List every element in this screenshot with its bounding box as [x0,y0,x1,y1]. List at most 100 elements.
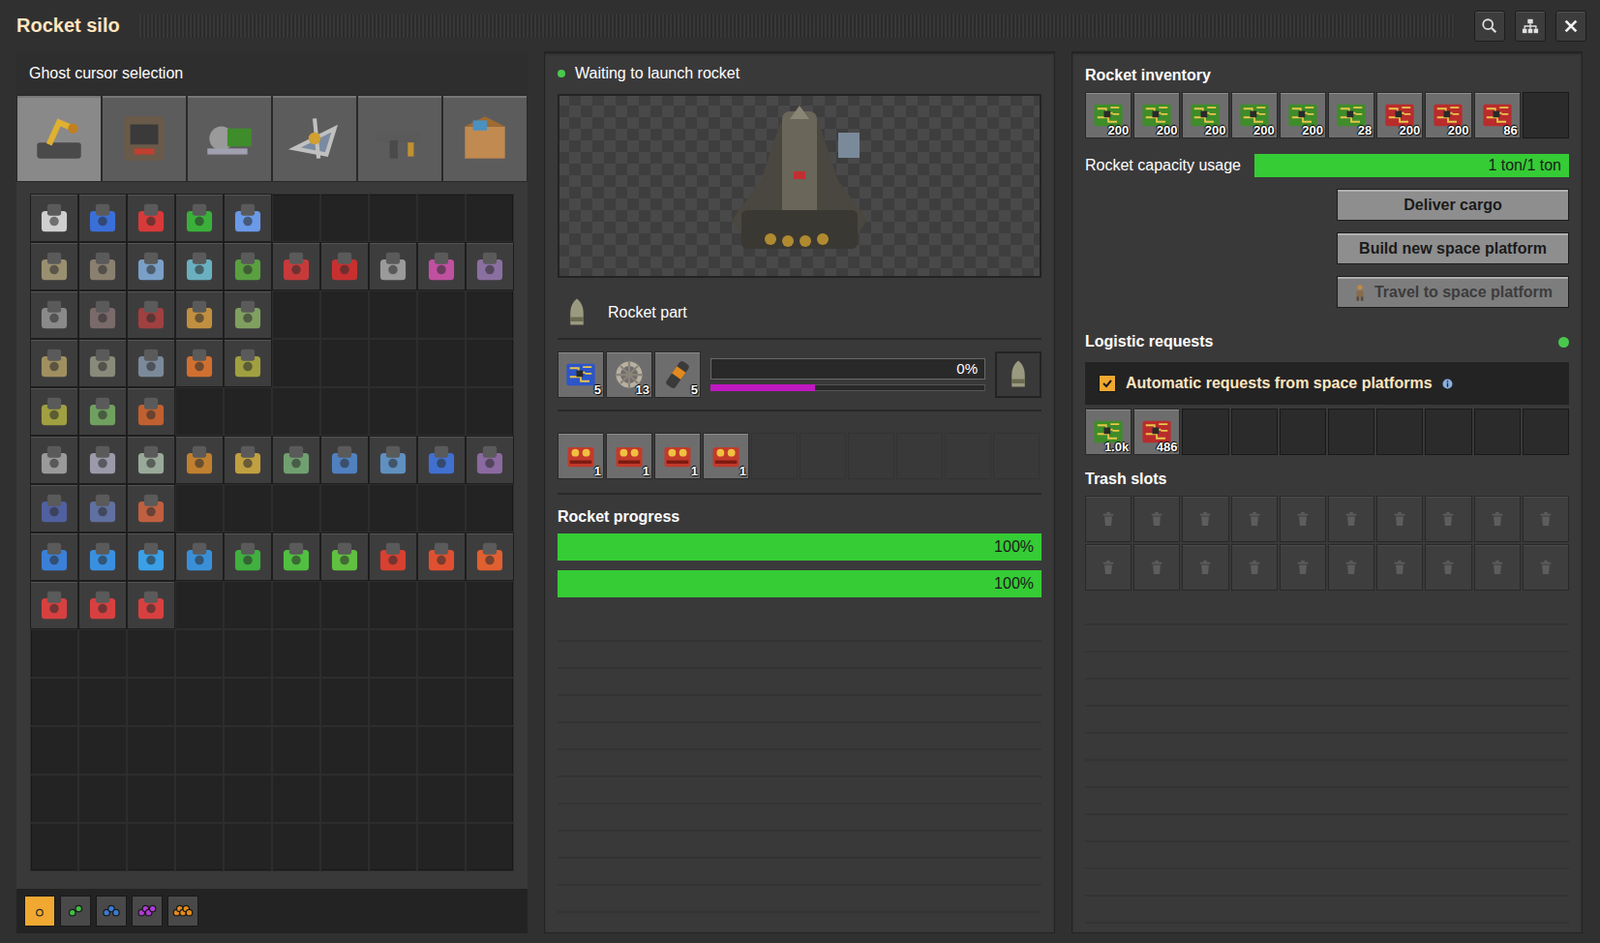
ghost-slot[interactable] [175,241,224,291]
ghost-slot[interactable] [465,193,514,242]
ghost-slot[interactable] [465,241,514,291]
request-slot[interactable]: 1.0k [1085,408,1132,455]
ghost-slot[interactable] [320,580,369,630]
ghost-slot[interactable] [271,580,321,630]
ghost-slot[interactable] [465,532,514,581]
trash-slot[interactable] [1474,495,1521,543]
ingredient-slot[interactable]: 5 [654,351,701,398]
ghost-slot[interactable] [465,435,514,484]
request-slot[interactable] [1328,408,1375,455]
ghost-slot[interactable] [126,193,176,242]
ghost-slot[interactable] [78,387,127,436]
ghost-slot[interactable] [417,193,466,242]
ghost-slot[interactable] [320,822,369,872]
quality-button[interactable] [95,895,127,927]
ghost-slot[interactable] [126,241,176,291]
ghost-slot[interactable] [320,435,369,484]
trash-slot[interactable] [1085,543,1132,591]
ghost-slot[interactable] [271,822,321,872]
ghost-slot[interactable] [320,338,369,388]
ghost-slot[interactable] [223,580,272,630]
request-slot[interactable] [1522,408,1570,455]
ghost-slot[interactable] [417,629,466,678]
inventory-slot[interactable] [1522,91,1570,139]
auto-requests-row[interactable]: Automatic requests from space platforms [1085,362,1570,405]
ghost-slot[interactable] [78,435,127,484]
ghost-slot[interactable] [126,483,176,533]
ghost-slot[interactable] [271,193,321,242]
ghost-slot[interactable] [78,241,127,291]
ghost-slot[interactable] [223,532,272,581]
trash-slot[interactable] [1474,543,1521,591]
trash-slot[interactable] [1279,495,1327,543]
ghost-slot[interactable] [175,822,224,872]
ghost-slot[interactable] [368,387,418,436]
ghost-slot[interactable] [30,241,79,291]
trash-slot[interactable] [1279,543,1327,591]
ghost-slot[interactable] [271,483,321,533]
ghost-slot[interactable] [368,483,418,533]
ghost-slot[interactable] [271,532,321,581]
category-tab[interactable] [101,94,187,182]
request-slot[interactable] [1474,408,1521,455]
inventory-slot[interactable]: 200 [1181,91,1229,139]
ghost-slot[interactable] [417,483,466,533]
trash-slot[interactable] [1424,543,1472,591]
ghost-slot[interactable] [368,435,418,484]
ghost-slot[interactable] [320,532,369,581]
ghost-slot[interactable] [175,338,224,388]
drag-handle[interactable] [139,14,1455,38]
ghost-slot[interactable] [368,822,418,872]
request-slot[interactable] [1181,408,1229,455]
ghost-slot[interactable] [271,387,321,436]
ghost-slot[interactable] [417,338,466,388]
ghost-slot[interactable] [368,338,418,388]
trash-slot[interactable] [1133,495,1180,543]
category-tab[interactable] [186,94,272,182]
ghost-slot[interactable] [126,677,176,726]
inventory-slot[interactable]: 28 [1328,91,1375,139]
ghost-slot[interactable] [465,290,514,339]
ghost-slot[interactable] [126,532,176,581]
request-slot[interactable] [1376,408,1423,455]
ghost-slot[interactable] [320,387,369,436]
inventory-slot[interactable]: 200 [1133,91,1180,139]
quality-button[interactable] [131,895,163,927]
ghost-slot[interactable] [271,241,321,291]
title-bar[interactable]: Rocket silo [0,0,1600,52]
ghost-slot[interactable] [320,725,369,775]
ghost-slot[interactable] [271,629,321,678]
ghost-slot[interactable] [30,387,79,436]
ghost-slot[interactable] [78,580,127,630]
trash-slot[interactable] [1328,495,1375,543]
action-button[interactable]: Travel to space platform [1336,275,1570,308]
ghost-slot[interactable] [368,290,418,339]
ghost-slot[interactable] [223,387,272,436]
ghost-slot[interactable] [175,290,224,339]
trash-slot[interactable] [1522,495,1570,543]
ghost-slot[interactable] [223,725,272,775]
category-tab[interactable] [442,94,528,182]
ghost-slot[interactable] [78,338,127,388]
ghost-slot[interactable] [465,580,514,630]
module-slot[interactable]: 1 [605,432,653,480]
request-slot[interactable]: 486 [1133,408,1180,455]
close-button[interactable] [1555,10,1587,42]
ghost-slot[interactable] [465,677,514,726]
ghost-slot[interactable] [417,580,466,630]
trash-slot[interactable] [1376,495,1423,543]
module-slot[interactable] [896,432,943,480]
inventory-slot[interactable]: 200 [1424,91,1472,139]
ghost-slot[interactable] [223,483,272,533]
module-slot[interactable] [847,432,895,480]
ghost-slot[interactable] [465,483,514,533]
trash-slot[interactable] [1181,495,1229,543]
ghost-slot[interactable] [368,774,418,823]
trash-slot[interactable] [1231,495,1278,543]
trash-slot[interactable] [1231,543,1278,591]
ghost-slot[interactable] [417,725,466,775]
ghost-slot[interactable] [78,725,127,775]
inventory-slot[interactable]: 200 [1085,91,1132,139]
module-slot[interactable] [751,432,798,480]
quality-button[interactable] [24,895,56,927]
